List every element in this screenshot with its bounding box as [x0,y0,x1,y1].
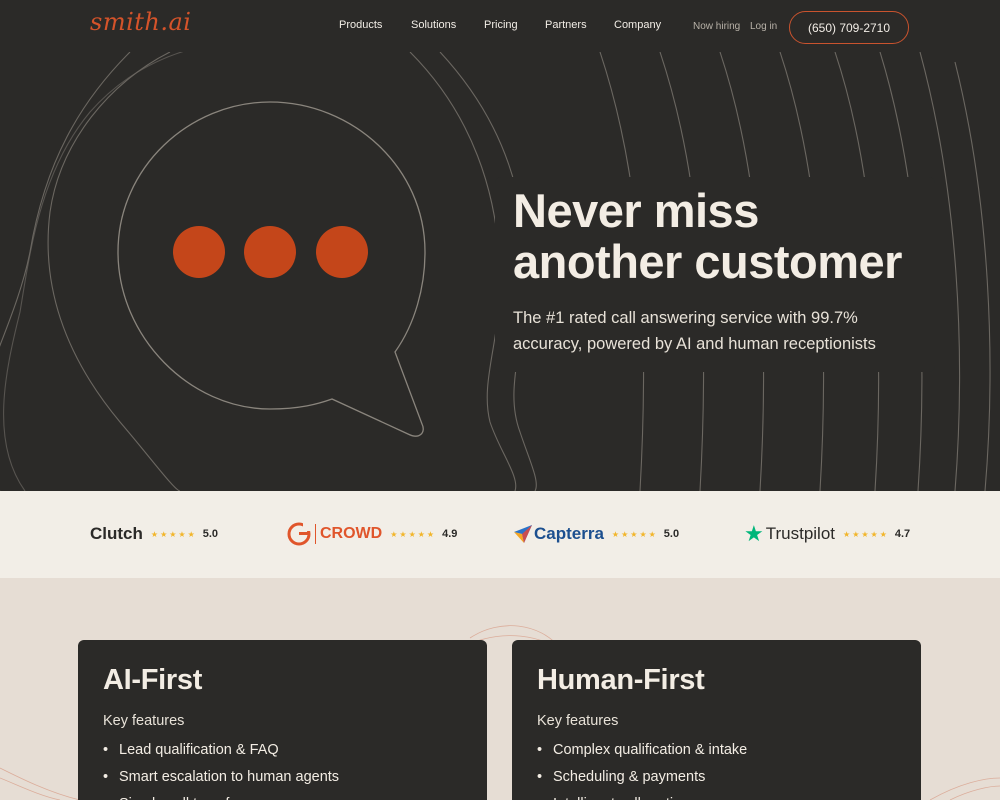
capterra-score: 5.0 [663,528,680,540]
list-item: Lead qualification & FAQ [103,737,462,764]
clutch-stars-icon: ★★★★★ [150,529,197,539]
ai-first-feature-list: Lead qualification & FAQ Smart escalatio… [103,737,462,800]
g2-stars-icon: ★★★★★ [390,529,437,539]
review-g2crowd[interactable]: CROWD ★★★★★ 4.9 [287,521,457,547]
now-hiring-link[interactable]: Now hiring [693,21,740,32]
nav-solutions[interactable]: Solutions [411,19,456,31]
list-item: Scheduling & payments [537,764,896,791]
g2-score: 4.9 [442,528,458,540]
capterra-stars-icon: ★★★★★ [611,529,658,539]
hero-title: Never miss another customer [513,185,935,287]
dot-3 [316,226,368,278]
review-trustpilot[interactable]: ★ Trustpilot ★★★★★ 4.7 [744,521,910,547]
list-item: Complex qualification & intake [537,737,896,764]
g2-logo-icon [287,522,311,546]
hero-text-block: Never miss another customer The #1 rated… [495,177,935,372]
dot-2 [244,226,296,278]
top-nav: smith.ai Products Solutions Pricing Part… [0,0,1000,52]
human-first-card[interactable]: Human-First Key features Complex qualifi… [512,640,921,800]
plans-section: AI-First Key features Lead qualification… [0,578,1000,800]
smith-ai-logo[interactable]: smith.ai [90,8,191,36]
nav-pricing[interactable]: Pricing [484,19,518,31]
review-clutch[interactable]: Clutch ★★★★★ 5.0 [90,521,218,547]
nav-products[interactable]: Products [339,19,382,31]
capterra-arrow-icon [514,525,532,543]
clutch-score: 5.0 [202,528,219,540]
hero-title-line-2: another customer [513,235,902,288]
list-item: Intelligent call routing [537,791,896,800]
trustpilot-score: 4.7 [894,528,911,540]
ai-first-card[interactable]: AI-First Key features Lead qualification… [78,640,487,800]
hero-subtitle: The #1 rated call answering service with… [513,309,876,353]
trustpilot-logo: Trustpilot [765,524,836,543]
nav-partners[interactable]: Partners [545,19,587,31]
ai-first-key-features: Key features [103,713,185,729]
reviews-strip: Clutch ★★★★★ 5.0 CROWD ★★★★★ 4.9 Capterr… [0,491,1000,578]
list-item: Smart escalation to human agents [103,764,462,791]
trustpilot-stars-icon: ★★★★★ [843,529,889,539]
ai-first-title: AI-First [103,664,203,696]
g2-divider [315,524,316,544]
trustpilot-star-icon: ★ [744,521,764,546]
hero-title-line-1: Never miss [513,184,759,237]
hero-section: Never miss another customer The #1 rated… [0,52,1000,491]
phone-button[interactable]: (650) 709-2710 [789,11,909,44]
dot-1 [173,226,225,278]
g2-crowd-logo: CROWD [320,525,383,542]
human-first-key-features: Key features [537,713,619,729]
clutch-logo: Clutch [90,524,143,543]
human-first-title: Human-First [537,664,705,696]
nav-company[interactable]: Company [614,19,661,31]
login-link[interactable]: Log in [750,21,777,32]
review-capterra[interactable]: Capterra ★★★★★ 5.0 [514,521,679,547]
list-item: Simple call transfers [103,791,462,800]
capterra-logo: Capterra [534,524,604,543]
human-first-feature-list: Complex qualification & intake Schedulin… [537,737,896,800]
